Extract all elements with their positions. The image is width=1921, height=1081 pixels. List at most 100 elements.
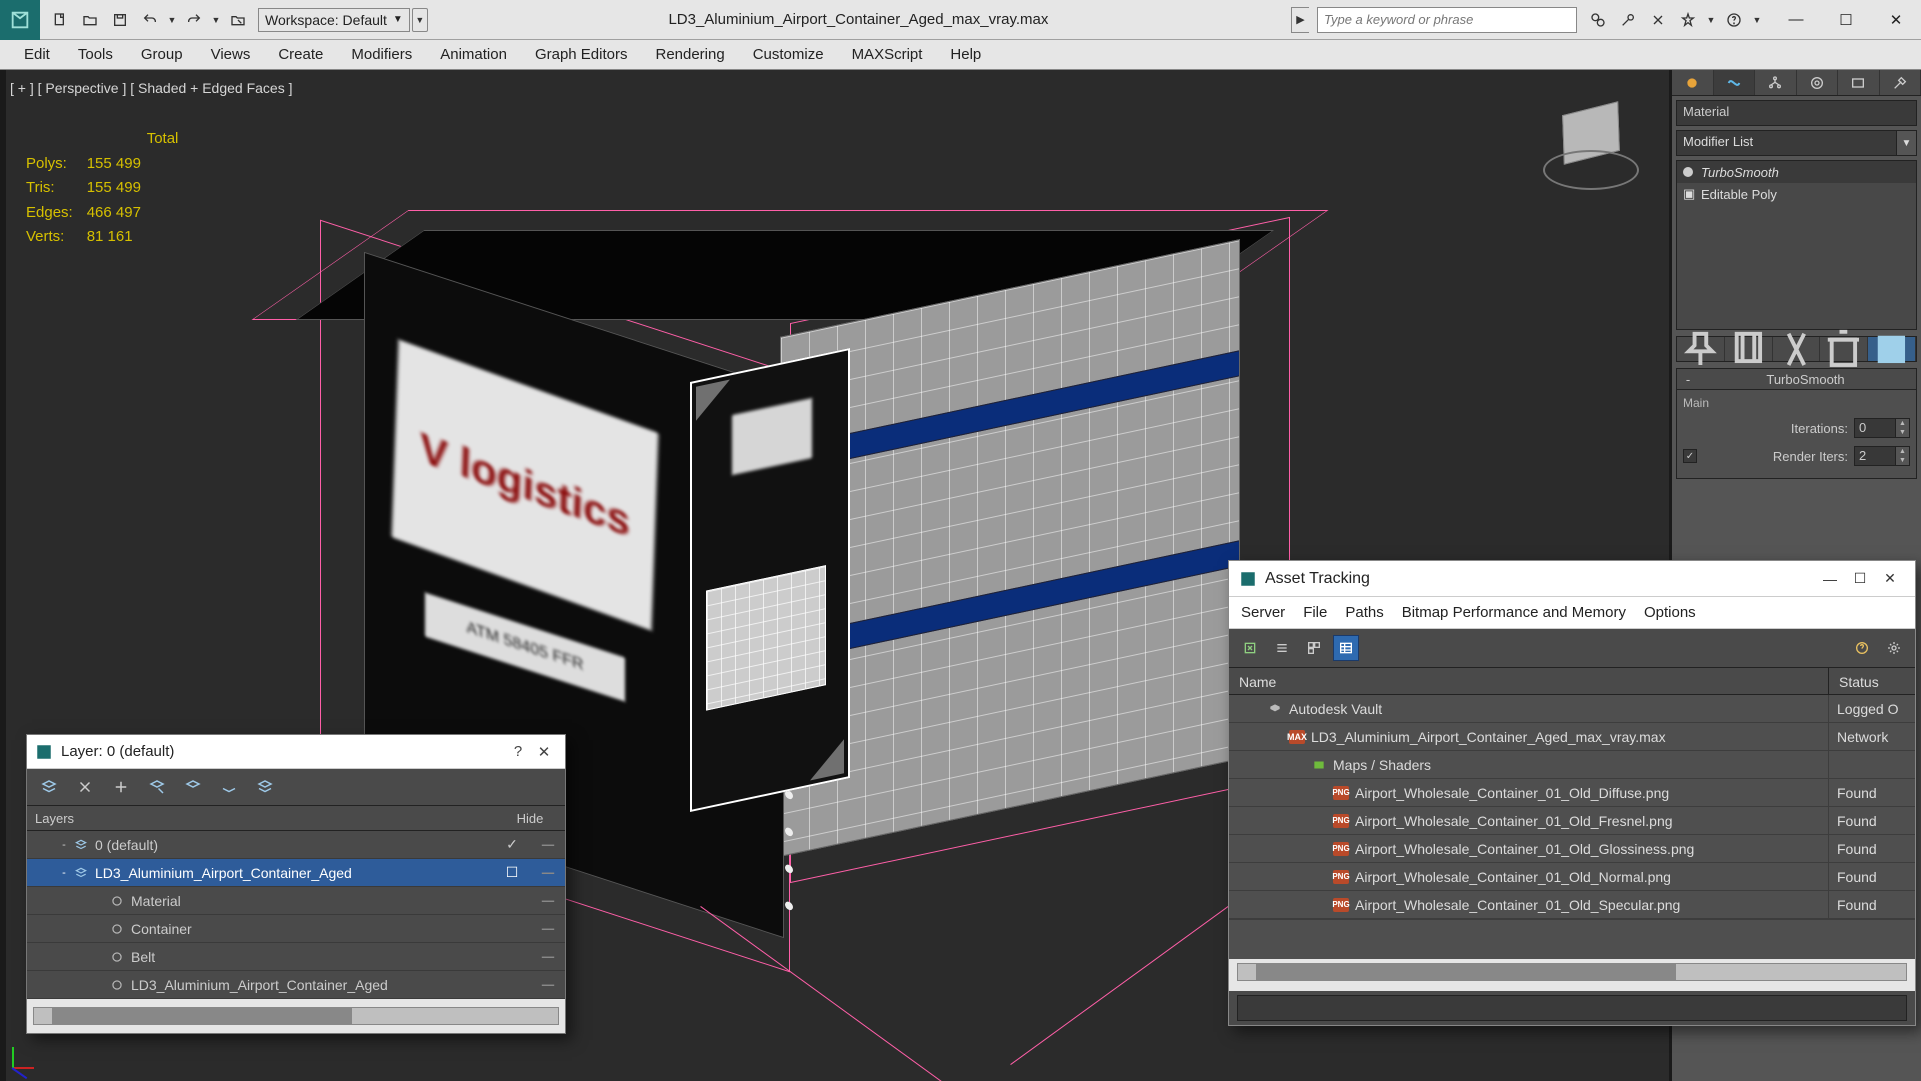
menu-views[interactable]: Views — [197, 42, 265, 67]
minimize-button[interactable]: — — [1815, 571, 1845, 587]
close-button[interactable]: ✕ — [1871, 2, 1921, 38]
menu-modifiers[interactable]: Modifiers — [337, 42, 426, 67]
layer-row[interactable]: LD3_Aluminium_Airport_Container_Aged--- — [27, 971, 565, 999]
layer-row[interactable]: -0 (default)✓--- — [27, 831, 565, 859]
layer-row[interactable]: Container--- — [27, 915, 565, 943]
asset-input-field[interactable] — [1237, 995, 1907, 1021]
thumbnail-view-icon[interactable] — [1301, 635, 1327, 661]
menu-group[interactable]: Group — [127, 42, 197, 67]
workspace-options-icon[interactable]: ▼ — [412, 8, 428, 32]
asset-titlebar[interactable]: Asset Tracking — ☐ ✕ — [1229, 561, 1915, 597]
hide-unhide-icon[interactable] — [217, 775, 241, 799]
list-view-icon[interactable] — [1269, 635, 1295, 661]
help-icon[interactable] — [1849, 635, 1875, 661]
tab-motion[interactable] — [1797, 70, 1839, 95]
asset-row[interactable]: PNGAirport_Wholesale_Container_01_Old_No… — [1229, 863, 1915, 891]
menu-edit[interactable]: Edit — [10, 42, 64, 67]
menu-bitmap[interactable]: Bitmap Performance and Memory — [1402, 604, 1626, 621]
asset-row[interactable]: PNGAirport_Wholesale_Container_01_Old_Di… — [1229, 779, 1915, 807]
col-name[interactable]: Name — [1229, 668, 1829, 694]
asset-row[interactable]: PNGAirport_Wholesale_Container_01_Old_Gl… — [1229, 835, 1915, 863]
hide-toggle[interactable]: --- — [529, 862, 565, 883]
col-hide[interactable]: Hide — [495, 811, 565, 826]
spinner-up-icon[interactable]: ▲ — [1896, 419, 1909, 428]
redo-dropdown-icon[interactable]: ▼ — [210, 6, 222, 34]
maximize-button[interactable]: ☐ — [1821, 2, 1871, 38]
new-icon[interactable] — [46, 6, 74, 34]
asset-row[interactable]: PNGAirport_Wholesale_Container_01_Old_Sp… — [1229, 891, 1915, 919]
hide-toggle[interactable]: --- — [529, 946, 565, 967]
menu-help[interactable]: Help — [936, 42, 995, 67]
highlight-selected-icon[interactable] — [181, 775, 205, 799]
minimize-button[interactable]: — — [1771, 2, 1821, 38]
layer-check[interactable]: ☐ — [495, 864, 529, 881]
hide-toggle[interactable]: --- — [529, 890, 565, 911]
menu-paths[interactable]: Paths — [1345, 604, 1383, 621]
layer-row[interactable]: -LD3_Aluminium_Airport_Container_Aged☐--… — [27, 859, 565, 887]
bulb-icon[interactable] — [1683, 167, 1693, 177]
exchange-icon[interactable] — [1645, 7, 1671, 33]
layer-titlebar[interactable]: Layer: 0 (default) ? ✕ — [27, 735, 565, 769]
make-unique-icon[interactable] — [1773, 337, 1821, 361]
remove-modifier-icon[interactable] — [1820, 337, 1868, 361]
asset-scrollbar[interactable] — [1229, 959, 1915, 991]
menu-tools[interactable]: Tools — [64, 42, 127, 67]
render-iters-spinner[interactable]: 2 ▲▼ — [1854, 446, 1910, 466]
spinner-down-icon[interactable]: ▼ — [1896, 456, 1909, 465]
favorite-dropdown-icon[interactable]: ▼ — [1705, 7, 1717, 33]
tab-utilities[interactable] — [1880, 70, 1921, 95]
help-dropdown-icon[interactable]: ▼ — [1751, 7, 1763, 33]
save-icon[interactable] — [106, 6, 134, 34]
expand-icon[interactable]: - — [57, 867, 71, 879]
undo-icon[interactable] — [136, 6, 164, 34]
menu-animation[interactable]: Animation — [426, 42, 521, 67]
asset-row[interactable]: MAXLD3_Aluminium_Airport_Container_Aged_… — [1229, 723, 1915, 751]
layer-row[interactable]: Belt--- — [27, 943, 565, 971]
help-icon[interactable] — [1721, 7, 1747, 33]
undo-dropdown-icon[interactable]: ▼ — [166, 6, 178, 34]
col-layers[interactable]: Layers — [27, 811, 495, 826]
asset-row[interactable]: Autodesk VaultLogged O — [1229, 695, 1915, 723]
tab-display[interactable] — [1838, 70, 1880, 95]
app-icon[interactable] — [0, 0, 40, 40]
search-go-icon[interactable]: ▶ — [1291, 7, 1309, 33]
render-iters-checkbox[interactable]: ✓ — [1683, 449, 1697, 463]
expand-icon[interactable]: - — [57, 839, 71, 851]
maximize-button[interactable]: ☐ — [1845, 570, 1875, 587]
workspace-dropdown[interactable]: Workspace: Default ▼ — [258, 8, 410, 32]
asset-row[interactable]: Maps / Shaders — [1229, 751, 1915, 779]
menu-file[interactable]: File — [1303, 604, 1327, 621]
tab-hierarchy[interactable] — [1755, 70, 1797, 95]
select-highlight-icon[interactable] — [145, 775, 169, 799]
layer-check[interactable]: ✓ — [495, 836, 529, 853]
table-view-icon[interactable] — [1333, 635, 1359, 661]
modifier-item-editablepoly[interactable]: ▣ Editable Poly — [1677, 183, 1916, 205]
configure-sets-icon[interactable] — [1868, 337, 1916, 361]
refresh-icon[interactable] — [1237, 635, 1263, 661]
menu-create[interactable]: Create — [264, 42, 337, 67]
asset-row[interactable]: PNGAirport_Wholesale_Container_01_Old_Fr… — [1229, 807, 1915, 835]
spinner-up-icon[interactable]: ▲ — [1896, 447, 1909, 456]
layer-scrollbar[interactable] — [27, 999, 565, 1033]
redo-icon[interactable] — [180, 6, 208, 34]
viewport-label[interactable]: [ + ] [ Perspective ] [ Shaded + Edged F… — [10, 80, 293, 96]
menu-options[interactable]: Options — [1644, 604, 1696, 621]
search-input[interactable]: Type a keyword or phrase — [1317, 7, 1577, 33]
close-button[interactable]: ✕ — [531, 743, 557, 761]
delete-layer-icon[interactable] — [73, 775, 97, 799]
object-name-field[interactable]: Material — [1676, 100, 1917, 126]
modifier-list-dropdown[interactable]: Modifier List ▼ — [1676, 130, 1917, 156]
col-status[interactable]: Status — [1829, 668, 1915, 694]
viewcube[interactable] — [1543, 100, 1639, 196]
scrollbar-thumb[interactable] — [52, 1008, 352, 1024]
collapse-all-icon[interactable] — [253, 775, 277, 799]
show-end-result-icon[interactable] — [1725, 337, 1773, 361]
expand-icon[interactable]: ▣ — [1683, 186, 1693, 202]
layer-row[interactable]: Material--- — [27, 887, 565, 915]
project-icon[interactable] — [224, 6, 252, 34]
add-to-layer-icon[interactable] — [109, 775, 133, 799]
hide-toggle[interactable]: --- — [529, 918, 565, 939]
tab-modify[interactable] — [1714, 70, 1756, 95]
menu-rendering[interactable]: Rendering — [641, 42, 738, 67]
scrollbar-thumb[interactable] — [1256, 964, 1676, 980]
